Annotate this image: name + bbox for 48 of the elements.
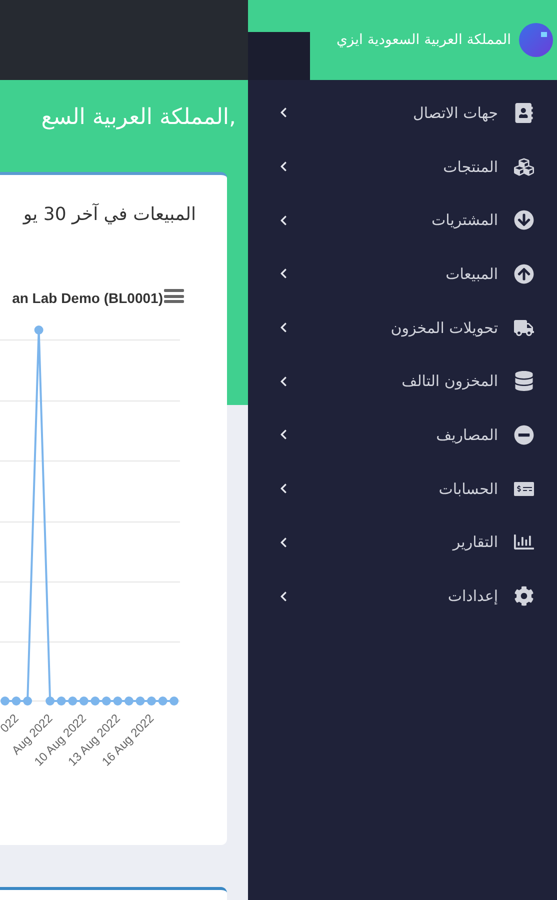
- chart-point: [46, 696, 55, 706]
- logo-icon: [519, 23, 553, 57]
- sidebar-item[interactable]: تحويلات المخزون: [248, 300, 557, 354]
- chevron-icon: [278, 107, 289, 118]
- sidebar-item[interactable]: المصاريف: [248, 408, 557, 462]
- chart-point: [102, 696, 111, 706]
- chevron-icon: [278, 376, 289, 387]
- chart-point: [170, 696, 179, 706]
- cubes-icon: [514, 156, 534, 177]
- chevron-icon: [278, 536, 289, 548]
- chart-point: [147, 696, 156, 706]
- database-icon: [514, 371, 534, 392]
- chart-point: [113, 696, 122, 706]
- chart-point: [23, 696, 32, 706]
- chart-point: [158, 696, 168, 706]
- sidebar-item[interactable]: المخزون التالف: [248, 354, 557, 408]
- chevron-icon: [278, 483, 289, 494]
- sidebar-item[interactable]: التقارير: [248, 516, 557, 570]
- chevron-icon: [278, 268, 289, 280]
- chevron-icon: [278, 322, 289, 334]
- brand-title: المملكة العربية السعودية ايزي: [336, 32, 511, 48]
- chart-point: [0, 696, 10, 706]
- settings-icon: [514, 586, 534, 606]
- chart-point: [56, 696, 66, 706]
- chart-title: an Lab Demo (BL0001): [12, 289, 163, 307]
- chart-point: [68, 696, 78, 706]
- sidebar-item[interactable]: المنتجات: [248, 140, 557, 194]
- address-book-icon: [514, 102, 534, 123]
- sidebar-item[interactable]: المبيعات: [248, 247, 557, 301]
- chart-point: [124, 696, 134, 706]
- truck-icon: [514, 318, 534, 338]
- chevron-icon: [278, 590, 289, 602]
- chart-point: [34, 326, 44, 334]
- bar-chart-icon: [514, 532, 534, 552]
- sidebar-item[interactable]: جهات الاتصال: [248, 86, 557, 140]
- chart-point: [136, 696, 145, 706]
- chevron-icon: [278, 429, 289, 440]
- sidebar-item[interactable]: الحسابات: [248, 462, 557, 516]
- menu-icon[interactable]: [164, 287, 184, 305]
- card-title: المبيعات في آخر 30 يو: [23, 203, 196, 227]
- chart-point: [12, 696, 21, 706]
- chart-point: [90, 696, 100, 706]
- sidebar-item[interactable]: المشتريات: [248, 193, 557, 248]
- chevron-icon: [278, 214, 289, 226]
- chart-point: [79, 696, 88, 706]
- chevron-icon: [278, 161, 289, 172]
- sidebar-item[interactable]: إعدادات: [248, 569, 557, 623]
- welcome-heading: ,المملكة العربية السع: [41, 104, 236, 132]
